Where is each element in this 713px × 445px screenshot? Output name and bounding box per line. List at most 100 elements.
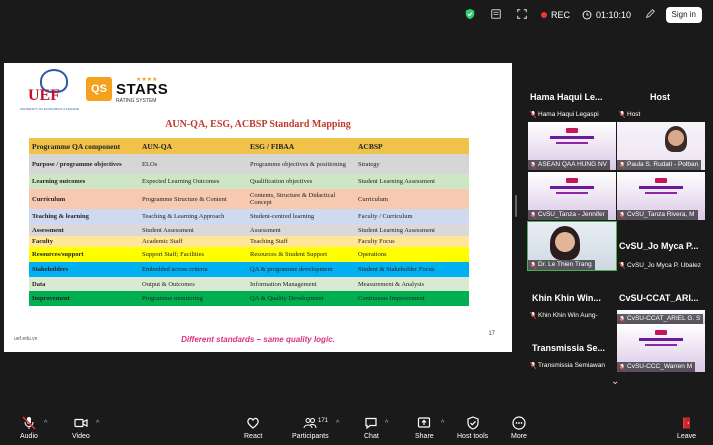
participant-name: CvSU-CCAT_ARIEL G. S: [627, 315, 701, 322]
leave-door-icon: [682, 417, 690, 429]
participant-name: ASEAN QAA HUNG NV: [538, 161, 607, 168]
table-row-header-cell: Resources/support: [32, 251, 84, 258]
table-row-header-cell: Stakeholders: [32, 266, 69, 273]
sign-in-button[interactable]: Sign in: [665, 7, 702, 23]
table-cell: Student-centred learning: [250, 213, 315, 220]
stars-logo-subtitle: RATING SYSTEM: [116, 98, 157, 104]
react-button[interactable]: React: [244, 416, 262, 440]
table-cell: Programme objectives & positioning: [250, 160, 346, 168]
video-options-caret-icon[interactable]: ^: [96, 420, 99, 427]
audio-options-caret-icon[interactable]: ^: [44, 420, 47, 427]
meeting-toolbar: Audio ^ Video ^ React Participants 171 ^…: [0, 412, 713, 445]
participant-name: Dr. Le Thien Trang: [538, 261, 592, 268]
share-button[interactable]: Share: [415, 416, 434, 440]
share-options-caret-icon[interactable]: ^: [441, 420, 444, 427]
participant-name-row[interactable]: Khin Khin Win Aung-: [530, 312, 598, 319]
recording-indicator[interactable]: REC: [541, 10, 570, 20]
mic-off-icon: [530, 161, 536, 169]
table-row: Teaching & learning Teaching & Learning A…: [29, 209, 469, 224]
participant-name: Paula S. Rudati - Polban: [627, 161, 699, 168]
shield-icon: [466, 416, 479, 430]
table-header-cell: Programme QA component: [29, 138, 139, 154]
shared-slide: UEF UNIVERSITY OF ECONOMICS & FINANCE QS…: [4, 63, 512, 352]
table-row: Learning outcomes Expected Learning Outco…: [29, 174, 469, 189]
host-tools-label: Host tools: [457, 433, 489, 440]
host-tools-button[interactable]: Host tools: [457, 416, 488, 440]
participant-video-tile[interactable]: ASEAN QAA HUNG NV: [528, 122, 616, 170]
chat-button[interactable]: Chat: [364, 416, 379, 440]
slide-page-number: 17: [488, 331, 495, 337]
table-cell: Curriculum: [358, 195, 388, 203]
table-cell: Faculty / Curriculum: [358, 213, 413, 220]
leave-button[interactable]: Leave: [677, 416, 696, 440]
stars-logo-text: STARS: [116, 81, 169, 98]
uef-logo-text: UEF: [28, 87, 60, 104]
mic-off-icon: [530, 211, 536, 219]
audio-label: Audio: [20, 433, 38, 440]
participant-video-tile[interactable]: CvSU_Tanza Rivera, M: [617, 172, 705, 220]
participant-header-host: Host: [650, 92, 670, 102]
participant-video-tile[interactable]: CvSU-CCAT_ARIEL G. S: [617, 310, 705, 324]
participant-nameplate: CvSU-CCAT_ARIEL G. S: [617, 314, 704, 324]
participants-label: Participants: [292, 433, 329, 440]
chat-label: Chat: [364, 433, 379, 440]
participant-nameplate: CvSU-CCC_Warren M: [617, 362, 696, 372]
participant-name-row[interactable]: CvSU_Jo Myca P. Ubalez: [619, 262, 701, 269]
video-label: Video: [72, 433, 90, 440]
people-icon: [303, 418, 317, 429]
participant-nameplate: CvSU_Tanza - Jennifer: [528, 210, 608, 220]
table-row-header-cell: Learning outcomes: [32, 178, 86, 185]
chat-options-caret-icon[interactable]: ^: [385, 420, 388, 427]
mic-off-icon: [530, 362, 536, 369]
participant-name-row[interactable]: Hama Haqui Legaspi: [530, 111, 599, 118]
more-button[interactable]: More: [511, 416, 527, 440]
fullscreen-icon[interactable]: [515, 8, 529, 22]
mic-off-icon: [530, 261, 536, 269]
audio-button[interactable]: Audio: [20, 416, 38, 440]
table-row-header-cell: Improvement: [32, 295, 70, 302]
participant-header-name: Hama Haqui Le...: [530, 92, 603, 102]
participant-video-tile-active[interactable]: Dr. Le Thien Trang: [527, 221, 617, 271]
record-dot-icon: [541, 12, 547, 18]
participant-video-tile[interactable]: Paula S. Rudati - Polban: [617, 122, 705, 170]
table-cell: Academic Staff: [142, 238, 183, 245]
participant-name-row[interactable]: Transmissia Semiawan: [530, 362, 605, 369]
participant-video-tile[interactable]: CvSU-CCC_Warren M: [617, 324, 705, 372]
table-cell: Programme Structure & Content: [142, 195, 227, 203]
table-row-header-cell: Teaching & learning: [32, 213, 89, 220]
notes-icon[interactable]: [489, 8, 503, 22]
panel-resize-handle[interactable]: [515, 195, 517, 217]
table-cell: Information Management: [250, 280, 317, 288]
shield-check-icon[interactable]: [463, 8, 477, 22]
participant-name: Hama Haqui Legaspi: [538, 111, 599, 118]
table-row-header-cell: Faculty: [32, 238, 53, 245]
table-row: Curriculum Programme Structure & Content C…: [29, 189, 469, 209]
table-cell: Assessment: [250, 226, 281, 234]
mic-off-icon: [619, 211, 625, 219]
slide-tagline: Different standards – same quality logic…: [181, 335, 335, 344]
mic-off-icon: [619, 161, 625, 169]
participant-name-row[interactable]: Host: [619, 111, 640, 118]
table-row: Data Output & Outcomes Information Managem…: [29, 277, 469, 291]
table-cell: Resources & Student Support: [250, 251, 328, 258]
table-row: Stakeholders Embedded across criteria QA &…: [29, 262, 469, 277]
chevron-down-icon[interactable]: ⌄: [611, 376, 619, 387]
table-cell: Output & Outcomes: [142, 280, 195, 288]
table-cell: QA & programme development: [250, 266, 333, 273]
table-cell: Student Learning Assessment: [358, 178, 435, 185]
heart-icon: [247, 417, 259, 429]
participant-header-name: Transmissia Se...: [532, 343, 606, 353]
video-button[interactable]: Video: [72, 416, 90, 440]
top-bar-controls: REC 01:10:10: [463, 5, 683, 25]
table-row: Assessment Student Assessment Assessment St…: [29, 224, 469, 236]
table-cell: Strategy: [358, 160, 380, 168]
participants-options-caret-icon[interactable]: ^: [336, 420, 339, 427]
table-cell: Operations: [358, 251, 387, 258]
share-screen-icon: [418, 417, 431, 428]
table-row-header-cell: Purpose / programme objectives: [32, 160, 122, 168]
qs-logo: QS: [86, 77, 112, 101]
participant-video-tile[interactable]: CvSU_Tanza - Jennifer: [528, 172, 616, 220]
clock-icon: [582, 10, 592, 20]
table-row: Purpose / programme objectives ELOs Progra…: [29, 154, 469, 174]
pencil-icon[interactable]: [643, 8, 657, 22]
